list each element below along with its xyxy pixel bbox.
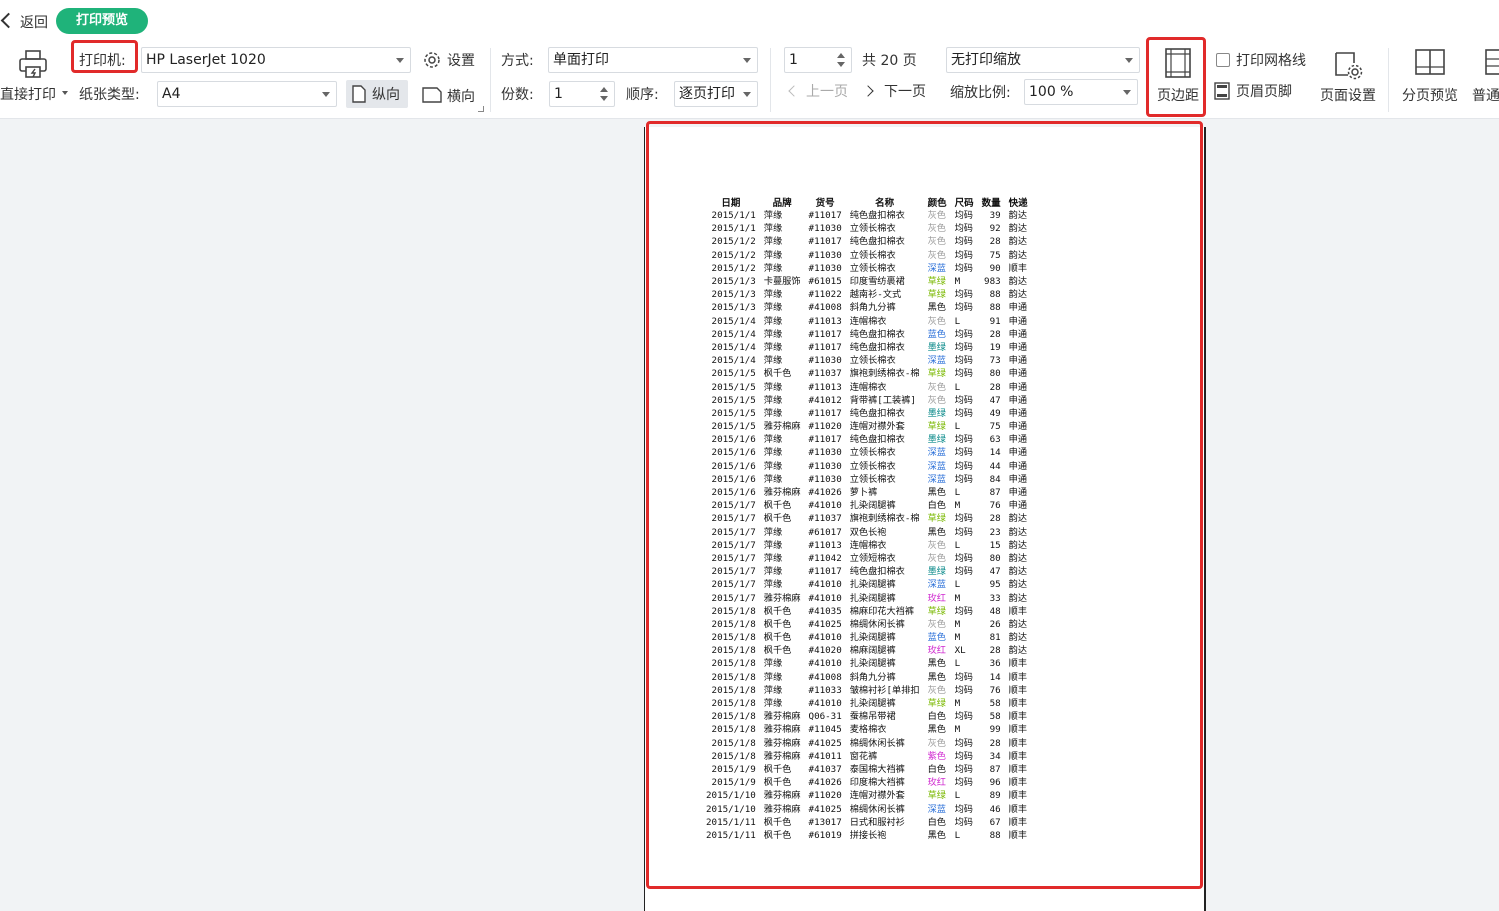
printer-select[interactable]: HP LaserJet 1020 (141, 47, 411, 73)
chevron-left-icon (0, 12, 17, 29)
divider (490, 48, 491, 112)
checkbox-box (1216, 53, 1230, 67)
chevron-down-icon (62, 91, 68, 95)
header-footer-label: 页眉页脚 (1236, 84, 1292, 100)
direct-print-label: 直接打印 (0, 87, 56, 103)
settings-button[interactable]: 设置 (422, 50, 482, 72)
margins-button-highlight (1146, 37, 1206, 117)
scale-ratio-select[interactable]: 100 % (1024, 79, 1138, 105)
total-pages: 共 20 页 (862, 53, 917, 69)
copies-value: 1 (554, 86, 563, 102)
page-break-preview-icon (1415, 49, 1445, 75)
paper-type-label: 纸张类型: (79, 87, 140, 103)
chevron-down-icon (743, 58, 751, 63)
resize-corner-icon (478, 106, 484, 112)
chevron-left-icon (788, 85, 800, 97)
printer-label-highlight (71, 40, 138, 73)
header-footer-icon (1214, 82, 1230, 100)
landscape-page-icon (422, 87, 442, 103)
portrait-label: 纵向 (372, 87, 400, 103)
print-preview-toolbar: 返回 打印预览 直接打印 打印机: HP LaserJet 1020 设置 纸张… (0, 0, 1499, 119)
scale-mode-select[interactable]: 无打印缩放 (946, 47, 1140, 73)
page-break-preview-button[interactable]: 分页预览 (1396, 46, 1464, 108)
spin-down-icon[interactable] (600, 96, 608, 101)
chevron-down-icon (1125, 58, 1133, 63)
copies-label: 份数: (501, 87, 534, 103)
spin-up-icon[interactable] (837, 53, 845, 58)
prev-page-button[interactable]: 上一页 (786, 82, 854, 102)
header-footer-button[interactable]: 页眉页脚 (1214, 82, 1310, 102)
page-number-stepper[interactable]: 1 (784, 47, 852, 73)
chevron-down-icon (396, 58, 404, 63)
portrait-page-icon (352, 85, 366, 103)
preview-page-highlight (646, 121, 1203, 889)
portrait-button[interactable]: 纵向 (346, 80, 408, 108)
back-label: 返回 (20, 15, 48, 31)
page-setup-label: 页面设置 (1320, 88, 1376, 104)
spin-up-icon[interactable] (600, 87, 608, 92)
gear-icon (424, 52, 440, 68)
next-page-label: 下一页 (884, 84, 926, 100)
direct-print-button[interactable]: 直接打印 (0, 46, 70, 106)
chevron-right-icon (862, 85, 874, 97)
order-label: 顺序: (626, 87, 659, 103)
divider (1388, 48, 1389, 112)
spin-down-icon[interactable] (837, 62, 845, 67)
page-break-preview-label: 分页预览 (1402, 88, 1458, 104)
page-setup-icon (1335, 52, 1363, 80)
order-select[interactable]: 逐页打印 (674, 81, 758, 107)
printer-value: HP LaserJet 1020 (146, 52, 266, 68)
page-setup-button[interactable]: 页面设置 (1316, 46, 1380, 108)
back-button[interactable]: 返回 (0, 10, 52, 32)
prev-page-label: 上一页 (806, 84, 848, 100)
normal-view-label: 普通 (1472, 88, 1499, 104)
landscape-button[interactable]: 横向 (422, 84, 484, 112)
print-preview-badge: 打印预览 (56, 8, 148, 34)
divider (770, 48, 771, 112)
chevron-down-icon (1123, 90, 1131, 95)
scale-ratio-value: 100 % (1029, 84, 1074, 100)
next-page-button[interactable]: 下一页 (862, 82, 932, 102)
print-grid-label: 打印网格线 (1236, 53, 1306, 69)
normal-view-button[interactable]: 普通 (1468, 46, 1499, 108)
copies-stepper[interactable]: 1 (549, 81, 615, 107)
mode-value: 单面打印 (553, 52, 609, 68)
print-grid-checkbox[interactable]: 打印网格线 (1216, 52, 1316, 70)
landscape-label: 横向 (447, 89, 475, 105)
chevron-down-icon (322, 92, 330, 97)
order-value: 逐页打印 (679, 86, 735, 102)
page-number-value: 1 (789, 52, 798, 68)
paper-type-value: A4 (162, 86, 181, 102)
mode-select[interactable]: 单面打印 (548, 47, 758, 73)
mode-label: 方式: (501, 53, 534, 69)
normal-view-icon (1485, 49, 1499, 75)
printer-icon (19, 50, 47, 78)
paper-type-select[interactable]: A4 (157, 81, 337, 107)
scale-ratio-label: 缩放比例: (950, 85, 1011, 101)
scale-mode-value: 无打印缩放 (951, 52, 1021, 68)
chevron-down-icon (743, 92, 751, 97)
settings-label: 设置 (447, 53, 475, 69)
